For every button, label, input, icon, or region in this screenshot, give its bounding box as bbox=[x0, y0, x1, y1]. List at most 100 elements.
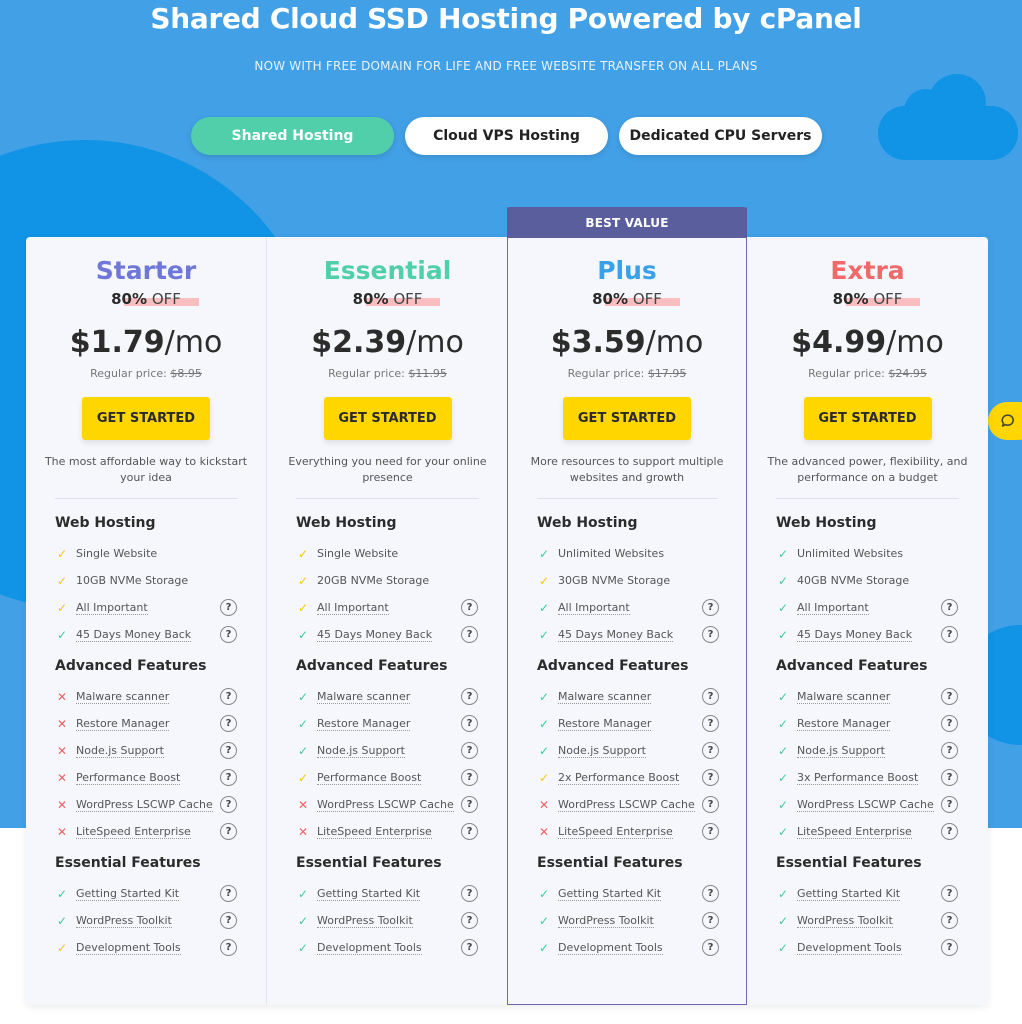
help-icon[interactable]: ? bbox=[941, 599, 958, 616]
feature-label[interactable]: Node.js Support bbox=[558, 744, 646, 758]
feature-label[interactable]: 45 Days Money Back bbox=[76, 628, 192, 642]
help-icon[interactable]: ? bbox=[941, 823, 958, 840]
feature-label[interactable]: Restore Manager bbox=[797, 717, 891, 731]
help-icon[interactable]: ? bbox=[702, 912, 719, 929]
feature-label[interactable]: WordPress Toolkit bbox=[558, 914, 654, 928]
feature-label[interactable]: All Important bbox=[797, 601, 869, 615]
help-icon[interactable]: ? bbox=[941, 715, 958, 732]
feature-label[interactable]: Node.js Support bbox=[797, 744, 885, 758]
help-icon[interactable]: ? bbox=[461, 796, 478, 813]
chat-button[interactable] bbox=[988, 402, 1022, 440]
feature-label[interactable]: All Important bbox=[558, 601, 630, 615]
help-icon[interactable]: ? bbox=[941, 939, 958, 956]
help-icon[interactable]: ? bbox=[461, 939, 478, 956]
feature-label[interactable]: WordPress LSCWP Cache bbox=[317, 798, 454, 812]
help-icon[interactable]: ? bbox=[220, 912, 237, 929]
feature-list: ✓ Unlimited Websites ✓ 30GB NVMe Storage ✓ Al… bbox=[508, 540, 746, 648]
feature-label[interactable]: WordPress LSCWP Cache bbox=[76, 798, 213, 812]
feature-label[interactable]: WordPress Toolkit bbox=[797, 914, 893, 928]
feature-label[interactable]: LiteSpeed Enterprise bbox=[558, 825, 673, 839]
feature-item: ✓ 45 Days Money Back? bbox=[26, 621, 266, 648]
feature-label[interactable]: Development Tools bbox=[76, 941, 181, 955]
help-icon[interactable]: ? bbox=[702, 626, 719, 643]
get-started-button[interactable]: GET STARTED bbox=[563, 397, 691, 440]
help-icon[interactable]: ? bbox=[461, 688, 478, 705]
help-icon[interactable]: ? bbox=[941, 885, 958, 902]
help-icon[interactable]: ? bbox=[702, 939, 719, 956]
feature-label[interactable]: Malware scanner bbox=[317, 690, 411, 704]
help-icon[interactable]: ? bbox=[702, 769, 719, 786]
help-icon[interactable]: ? bbox=[220, 796, 237, 813]
feature-label[interactable]: WordPress LSCWP Cache bbox=[797, 798, 934, 812]
help-icon[interactable]: ? bbox=[220, 715, 237, 732]
help-icon[interactable]: ? bbox=[461, 626, 478, 643]
feature-label[interactable]: Performance Boost bbox=[317, 771, 422, 785]
feature-label[interactable]: 2x Performance Boost bbox=[558, 771, 680, 785]
get-started-button[interactable]: GET STARTED bbox=[82, 397, 210, 440]
help-icon[interactable]: ? bbox=[461, 823, 478, 840]
help-icon[interactable]: ? bbox=[220, 599, 237, 616]
feature-label[interactable]: Malware scanner bbox=[76, 690, 170, 704]
help-icon[interactable]: ? bbox=[461, 769, 478, 786]
feature-label[interactable]: Restore Manager bbox=[317, 717, 411, 731]
feature-label[interactable]: Development Tools bbox=[558, 941, 663, 955]
help-icon[interactable]: ? bbox=[941, 742, 958, 759]
feature-label[interactable]: WordPress Toolkit bbox=[76, 914, 172, 928]
feature-label[interactable]: All Important bbox=[317, 601, 389, 615]
page-subtitle: NOW WITH FREE DOMAIN FOR LIFE AND FREE W… bbox=[254, 59, 758, 73]
help-icon[interactable]: ? bbox=[220, 769, 237, 786]
feature-label[interactable]: Restore Manager bbox=[558, 717, 652, 731]
help-icon[interactable]: ? bbox=[220, 939, 237, 956]
feature-label[interactable]: Getting Started Kit bbox=[558, 887, 662, 901]
feature-label[interactable]: Malware scanner bbox=[558, 690, 652, 704]
feature-label[interactable]: Getting Started Kit bbox=[317, 887, 421, 901]
tab-dedicated-cpu-servers[interactable]: Dedicated CPU Servers bbox=[619, 117, 822, 155]
feature-label[interactable]: 45 Days Money Back bbox=[797, 628, 913, 642]
help-icon[interactable]: ? bbox=[461, 742, 478, 759]
help-icon[interactable]: ? bbox=[220, 823, 237, 840]
help-icon[interactable]: ? bbox=[702, 599, 719, 616]
help-icon[interactable]: ? bbox=[220, 742, 237, 759]
help-icon[interactable]: ? bbox=[461, 885, 478, 902]
help-icon[interactable]: ? bbox=[702, 823, 719, 840]
feature-label[interactable]: Development Tools bbox=[797, 941, 902, 955]
help-icon[interactable]: ? bbox=[941, 769, 958, 786]
check-icon: ✓ bbox=[538, 743, 550, 758]
help-icon[interactable]: ? bbox=[702, 742, 719, 759]
feature-label[interactable]: Node.js Support bbox=[76, 744, 164, 758]
help-icon[interactable]: ? bbox=[461, 599, 478, 616]
get-started-button[interactable]: GET STARTED bbox=[323, 397, 452, 440]
feature-label[interactable]: LiteSpeed Enterprise bbox=[797, 825, 912, 839]
feature-label[interactable]: All Important bbox=[76, 601, 148, 615]
feature-label[interactable]: LiteSpeed Enterprise bbox=[317, 825, 432, 839]
help-icon[interactable]: ? bbox=[220, 626, 237, 643]
help-icon[interactable]: ? bbox=[702, 885, 719, 902]
feature-label[interactable]: LiteSpeed Enterprise bbox=[76, 825, 191, 839]
feature-label[interactable]: Node.js Support bbox=[317, 744, 405, 758]
feature-label[interactable]: Getting Started Kit bbox=[797, 887, 901, 901]
help-icon[interactable]: ? bbox=[702, 688, 719, 705]
feature-label[interactable]: 45 Days Money Back bbox=[317, 628, 433, 642]
feature-label[interactable]: 45 Days Money Back bbox=[558, 628, 674, 642]
tab-shared-hosting[interactable]: Shared Hosting bbox=[191, 117, 394, 155]
feature-label[interactable]: Malware scanner bbox=[797, 690, 891, 704]
help-icon[interactable]: ? bbox=[461, 715, 478, 732]
feature-label[interactable]: Getting Started Kit bbox=[76, 887, 180, 901]
help-icon[interactable]: ? bbox=[220, 688, 237, 705]
help-icon[interactable]: ? bbox=[702, 715, 719, 732]
help-icon[interactable]: ? bbox=[941, 912, 958, 929]
help-icon[interactable]: ? bbox=[941, 796, 958, 813]
feature-label[interactable]: WordPress LSCWP Cache bbox=[558, 798, 695, 812]
help-icon[interactable]: ? bbox=[941, 626, 958, 643]
tab-cloud-vps-hosting[interactable]: Cloud VPS Hosting bbox=[405, 117, 608, 155]
help-icon[interactable]: ? bbox=[702, 796, 719, 813]
feature-label[interactable]: Restore Manager bbox=[76, 717, 170, 731]
feature-label[interactable]: 3x Performance Boost bbox=[797, 771, 919, 785]
help-icon[interactable]: ? bbox=[941, 688, 958, 705]
help-icon[interactable]: ? bbox=[461, 912, 478, 929]
feature-label[interactable]: WordPress Toolkit bbox=[317, 914, 413, 928]
feature-label[interactable]: Development Tools bbox=[317, 941, 422, 955]
feature-label[interactable]: Performance Boost bbox=[76, 771, 181, 785]
help-icon[interactable]: ? bbox=[220, 885, 237, 902]
get-started-button[interactable]: GET STARTED bbox=[803, 397, 932, 440]
